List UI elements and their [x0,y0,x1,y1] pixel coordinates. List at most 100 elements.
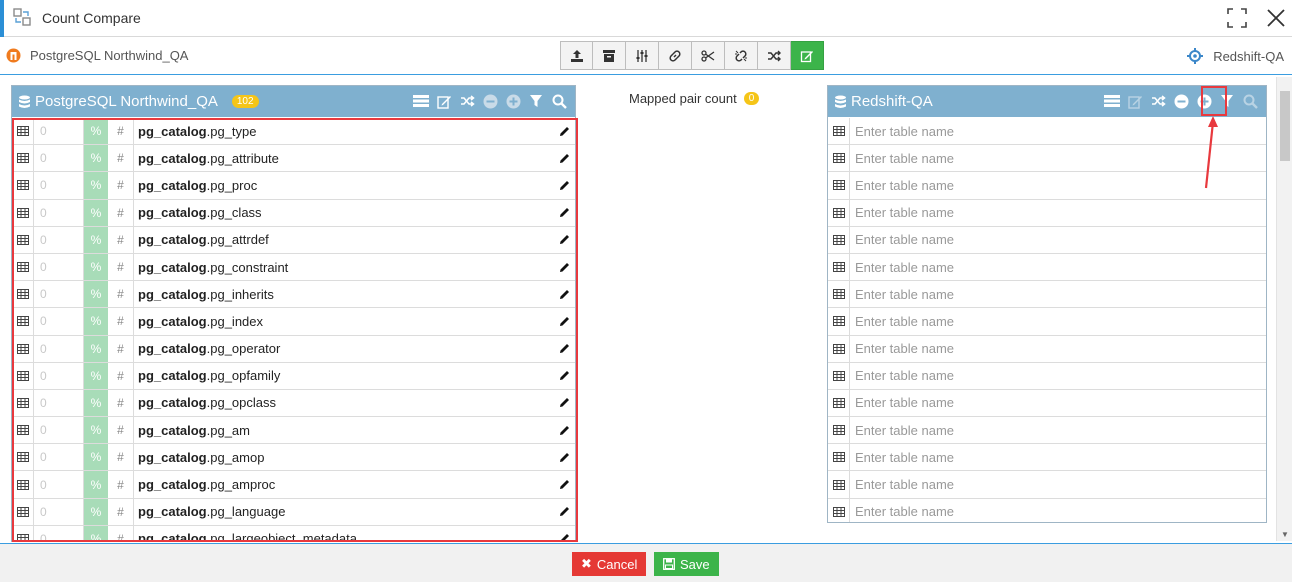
save-button[interactable]: Save [654,552,719,576]
table-row[interactable]: Enter table name [828,253,1266,282]
vertical-scrollbar[interactable]: ▼ [1276,77,1292,541]
table-name-input[interactable]: Enter table name [850,499,1266,522]
table-row[interactable]: Enter table name [828,471,1266,499]
pencil-icon[interactable] [555,316,573,327]
table-row[interactable]: 0% # pg_catalog.pg_largeobject_metadata [12,525,575,541]
scroll-down-icon[interactable]: ▼ [1281,530,1289,539]
table-name-input[interactable]: Enter table name [850,471,1266,497]
table-row[interactable]: Enter table name [828,172,1266,200]
close-icon[interactable] [1264,6,1288,30]
hash-cell[interactable]: # [108,389,134,417]
table-row[interactable]: Enter table name [828,335,1266,363]
hash-cell[interactable]: # [108,172,134,199]
pencil-icon[interactable] [555,289,573,300]
search-icon[interactable] [551,93,567,109]
table-row[interactable]: 0% # pg_catalog.pg_operator [12,335,575,363]
pencil-icon[interactable] [555,207,573,218]
minus-circle-icon[interactable] [1173,93,1189,109]
table-row[interactable]: 0% # pg_catalog.pg_index [12,308,575,336]
table-name-input[interactable]: Enter table name [850,281,1266,307]
table-name-input[interactable]: Enter table name [850,308,1266,334]
hash-cell[interactable]: # [108,199,134,226]
cancel-button[interactable]: ✖ Cancel [572,552,647,576]
hash-cell[interactable]: # [108,226,134,253]
hash-cell[interactable]: # [108,145,134,172]
filter-icon[interactable] [1219,93,1235,109]
table-row[interactable]: Enter table name [828,389,1266,418]
percent-cell[interactable]: % [84,335,108,362]
hash-cell[interactable]: # [108,417,134,444]
list-icon[interactable] [1104,93,1120,109]
percent-cell[interactable]: % [84,389,108,417]
pencil-icon[interactable] [555,153,573,164]
table-row[interactable]: Enter table name [828,281,1266,309]
table-name-input[interactable]: Enter table name [850,336,1266,362]
percent-cell[interactable]: % [84,362,108,389]
hash-cell[interactable]: # [108,281,134,308]
table-row[interactable]: Enter table name [828,362,1266,390]
pencil-icon[interactable] [555,262,573,273]
table-row[interactable]: 0% # pg_catalog.pg_amop [12,444,575,472]
edit-icon[interactable] [1127,93,1143,109]
plus-circle-icon[interactable] [1196,93,1212,109]
sliders-button[interactable] [626,41,659,70]
hash-cell[interactable]: # [108,362,134,389]
percent-cell[interactable]: % [84,253,108,281]
table-row[interactable]: 0% # pg_catalog.pg_attribute [12,145,575,173]
percent-cell[interactable]: % [84,172,108,199]
table-name-input[interactable]: Enter table name [850,444,1266,470]
percent-cell[interactable]: % [84,308,108,335]
plus-circle-icon[interactable] [505,93,521,109]
percent-cell[interactable]: % [84,417,108,444]
table-row[interactable]: 0% # pg_catalog.pg_am [12,417,575,445]
table-name-input[interactable]: Enter table name [850,145,1266,171]
maximize-icon[interactable] [1226,7,1248,29]
pencil-icon[interactable] [555,533,573,541]
table-row[interactable]: 0% # pg_catalog.pg_opclass [12,389,575,418]
table-row[interactable]: 0% # pg_catalog.pg_amproc [12,471,575,499]
upload-button[interactable] [560,41,593,70]
table-row[interactable]: Enter table name [828,417,1266,445]
list-icon[interactable] [413,93,429,109]
hash-cell[interactable]: # [108,498,134,525]
hash-cell[interactable]: # [108,444,134,471]
shuffle-icon[interactable] [1150,93,1166,109]
table-row[interactable]: Enter table name [828,226,1266,254]
percent-cell[interactable]: % [84,498,108,525]
table-name-input[interactable]: Enter table name [850,363,1266,389]
table-row[interactable]: 0% # pg_catalog.pg_inherits [12,281,575,309]
table-row[interactable]: Enter table name [828,145,1266,173]
table-row[interactable]: 0% # pg_catalog.pg_language [12,498,575,526]
pencil-icon[interactable] [555,370,573,381]
pencil-icon[interactable] [555,234,573,245]
table-name-input[interactable]: Enter table name [850,254,1266,280]
archive-button[interactable] [593,41,626,70]
hash-cell[interactable]: # [108,308,134,335]
pencil-icon[interactable] [555,397,573,408]
edit-mode-button[interactable] [791,41,824,70]
minus-circle-icon[interactable] [482,93,498,109]
pencil-icon[interactable] [555,126,573,137]
hash-cell[interactable]: # [108,118,134,145]
table-name-input[interactable]: Enter table name [850,200,1266,226]
percent-cell[interactable]: % [84,145,108,172]
hash-cell[interactable]: # [108,525,134,541]
table-row[interactable]: Enter table name [828,199,1266,227]
table-name-input[interactable]: Enter table name [850,227,1266,253]
pencil-icon[interactable] [555,180,573,191]
table-name-input[interactable]: Enter table name [850,118,1266,144]
unlink-button[interactable] [725,41,758,70]
table-row[interactable]: 0% # pg_catalog.pg_attrdef [12,226,575,254]
shuffle-icon[interactable] [459,93,475,109]
pencil-icon[interactable] [555,452,573,463]
table-name-input[interactable]: Enter table name [850,417,1266,443]
shuffle-button[interactable] [758,41,791,70]
pencil-icon[interactable] [555,479,573,490]
link-button[interactable] [659,41,692,70]
table-row[interactable]: 0% # pg_catalog.pg_type [12,118,575,146]
filter-icon[interactable] [528,93,544,109]
table-row[interactable]: 0% # pg_catalog.pg_opfamily [12,362,575,390]
scissors-button[interactable] [692,41,725,70]
edit-icon[interactable] [436,93,452,109]
table-row[interactable]: Enter table name [828,308,1266,336]
